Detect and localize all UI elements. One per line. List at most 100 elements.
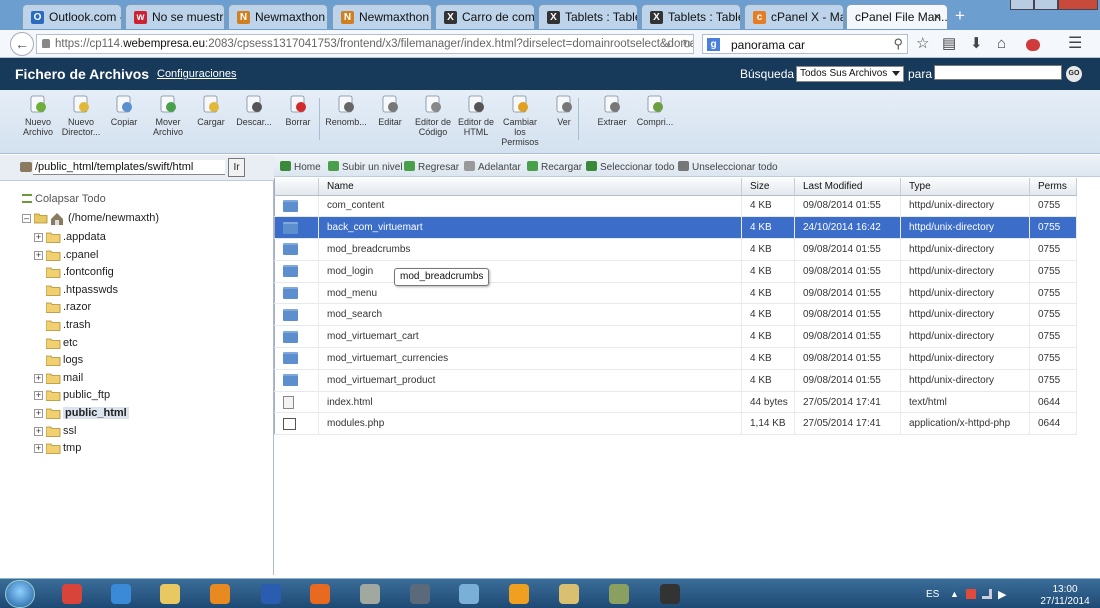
toolbar-button[interactable]: Extraer [590, 94, 634, 127]
browser-tab[interactable]: cPanel File Man... × [846, 4, 948, 29]
toolbar-button[interactable]: Nuevo Director... [59, 94, 103, 137]
menu-icon[interactable]: ☰ [1068, 36, 1082, 52]
expand-folder-icon[interactable]: + [34, 391, 43, 401]
toolbar-button[interactable]: Nuevo Archivo [16, 94, 60, 137]
start-button[interactable] [5, 580, 35, 608]
back-button[interactable]: ← [10, 32, 34, 56]
expand-folder-icon[interactable]: + [34, 444, 43, 454]
collapse-root-icon[interactable]: – [22, 214, 31, 223]
expand-folder-icon[interactable]: + [34, 373, 43, 383]
file-row[interactable]: mod_breadcrumbs 4 KB 09/08/2014 01:55 httpd… [274, 238, 1077, 261]
search-scope-select[interactable]: Todos Sus Archivos [796, 66, 904, 82]
taskbar-app-app-11[interactable] [547, 580, 591, 608]
action-link[interactable]: Unseleccionar todo [678, 161, 778, 173]
action-link[interactable]: Adelantar [464, 161, 521, 173]
close-tab-icon[interactable]: × [933, 9, 941, 24]
expand-folder-icon[interactable]: + [34, 250, 43, 260]
taskbar-app-firefox[interactable] [298, 580, 342, 608]
browser-tab[interactable]: c cPanel X - Main [744, 4, 844, 29]
go-path-button[interactable]: Ir [228, 158, 245, 177]
file-size-cell: 4 KB [741, 260, 795, 283]
search-magnifier-icon[interactable]: ⚲ [893, 36, 903, 52]
type-column-header[interactable]: Type [900, 178, 1030, 196]
file-row[interactable]: mod_virtuemart_cart 4 KB 09/08/2014 01:55 h… [274, 325, 1077, 349]
file-size-cell: 1,14 KB [741, 412, 795, 436]
browser-tab[interactable]: X Tablets : Table... [538, 4, 638, 29]
reading-list-icon[interactable]: ▤ [942, 36, 956, 51]
extension-badge-icon[interactable] [1026, 39, 1040, 51]
go-search-button[interactable]: GO [1066, 66, 1082, 82]
home-page-icon[interactable]: ⌂ [997, 36, 1006, 51]
expand-folder-icon[interactable]: + [34, 233, 43, 242]
taskbar-app-studio[interactable] [648, 580, 692, 608]
toolbar-button[interactable]: Mover Archivo [146, 94, 190, 137]
tray-arrow-icon[interactable]: ▲ [950, 589, 959, 599]
taskbar-app-app-12[interactable] [597, 580, 641, 608]
maximize-button[interactable] [1034, 0, 1058, 10]
collapse-all-link[interactable]: Colapsar Todo [22, 193, 106, 205]
browser-tab[interactable]: O Outlook.com -... [22, 4, 122, 29]
browser-tab[interactable]: N Newmaxthon ... [332, 4, 432, 29]
browser-tab[interactable]: w No se muestra ... [125, 4, 225, 29]
toolbar-button[interactable]: Copiar [102, 94, 146, 127]
language-indicator[interactable]: ES [926, 589, 939, 600]
file-search-input[interactable] [934, 65, 1062, 80]
new-tab-button[interactable]: + [955, 6, 965, 26]
toolbar-button[interactable]: Ver [542, 94, 586, 127]
settings-link[interactable]: Configuraciones [157, 68, 237, 80]
network-icon[interactable] [982, 589, 992, 599]
downloads-icon[interactable]: ⬇ [970, 36, 983, 51]
browser-search-box[interactable]: g panorama car ⚲ [702, 34, 908, 54]
browser-tab[interactable]: N Newmaxthon ... [228, 4, 328, 29]
taskbar-app-app-8[interactable] [398, 580, 442, 608]
action-link[interactable]: Seleccionar todo [586, 161, 675, 173]
minimize-button[interactable] [1010, 0, 1034, 10]
dropdown-arrow-icon[interactable]: ▾ [666, 38, 671, 52]
reload-page-icon[interactable]: ↻ [682, 37, 692, 51]
toolbar-button[interactable]: Descar... [232, 94, 276, 127]
toolbar-button[interactable]: Cargar [189, 94, 233, 127]
file-row[interactable]: index.html 44 bytes 27/05/2014 17:41 text/h… [274, 391, 1077, 414]
toolbar-button[interactable]: Renomb... [324, 94, 368, 127]
flag-icon[interactable] [966, 589, 976, 599]
action-link[interactable]: Regresar [404, 161, 459, 173]
toolbar-button[interactable]: Compri... [633, 94, 677, 127]
file-row[interactable]: modules.php 1,14 KB 27/05/2014 17:41 applic… [274, 412, 1077, 436]
taskbar-app-internet-explorer[interactable] [99, 580, 143, 608]
taskbar-app-media-player[interactable] [198, 580, 242, 608]
taskbar-app-app-9[interactable] [447, 580, 491, 608]
clock[interactable]: 13:00 27/11/2014 [1030, 584, 1100, 608]
toolbar-button[interactable]: Editor de HTML [454, 94, 498, 137]
expand-folder-icon[interactable]: + [34, 426, 43, 436]
taskbar-app-norton[interactable] [497, 580, 541, 608]
perms-column-header[interactable]: Perms [1029, 178, 1077, 196]
toolbar-button[interactable]: Borrar [276, 94, 320, 127]
volume-icon[interactable]: ▶ [998, 588, 1006, 601]
action-link[interactable]: Subir un nivel [328, 161, 403, 173]
toolbar-button[interactable]: Editar [368, 94, 412, 127]
path-input[interactable] [33, 160, 225, 175]
size-column-header[interactable]: Size [741, 178, 795, 196]
file-row[interactable]: mod_virtuemart_currencies 4 KB 09/08/2014 … [274, 347, 1077, 370]
url-bar[interactable]: https://cp114.webempresa.eu:2083/cpsess1… [36, 34, 694, 54]
browser-tab[interactable]: X Carro de comp... [435, 4, 535, 29]
file-row[interactable]: mod_search 4 KB 09/08/2014 01:55 httpd/unix… [274, 303, 1077, 327]
toolbar-button[interactable]: Cambiar los Permisos [498, 94, 542, 147]
browser-tab[interactable]: X Tablets : Table... [641, 4, 741, 29]
action-link[interactable]: Recargar [527, 161, 582, 173]
file-row[interactable]: com_content 4 KB 09/08/2014 01:55 httpd/uni… [274, 195, 1077, 218]
close-window-button[interactable] [1058, 0, 1098, 10]
action-link[interactable]: Home [280, 161, 321, 173]
modified-column-header[interactable]: Last Modified [794, 178, 901, 196]
taskbar-app-file-explorer[interactable] [148, 580, 192, 608]
bookmark-star-icon[interactable]: ☆ [916, 36, 929, 51]
file-row[interactable]: back_com_virtuemart 4 KB 24/10/2014 16:42 h… [274, 216, 1077, 240]
chrome-icon [62, 584, 82, 604]
name-column-header[interactable]: Name [318, 178, 742, 196]
file-row[interactable]: mod_virtuemart_product 4 KB 09/08/2014 01:… [274, 369, 1077, 392]
taskbar-app-recycle-bin[interactable] [348, 580, 392, 608]
taskbar-app-word[interactable] [249, 580, 293, 608]
toolbar-button[interactable]: Editor de Código [411, 94, 455, 137]
taskbar-app-chrome[interactable] [50, 580, 94, 608]
expand-folder-icon[interactable]: + [34, 409, 43, 418]
